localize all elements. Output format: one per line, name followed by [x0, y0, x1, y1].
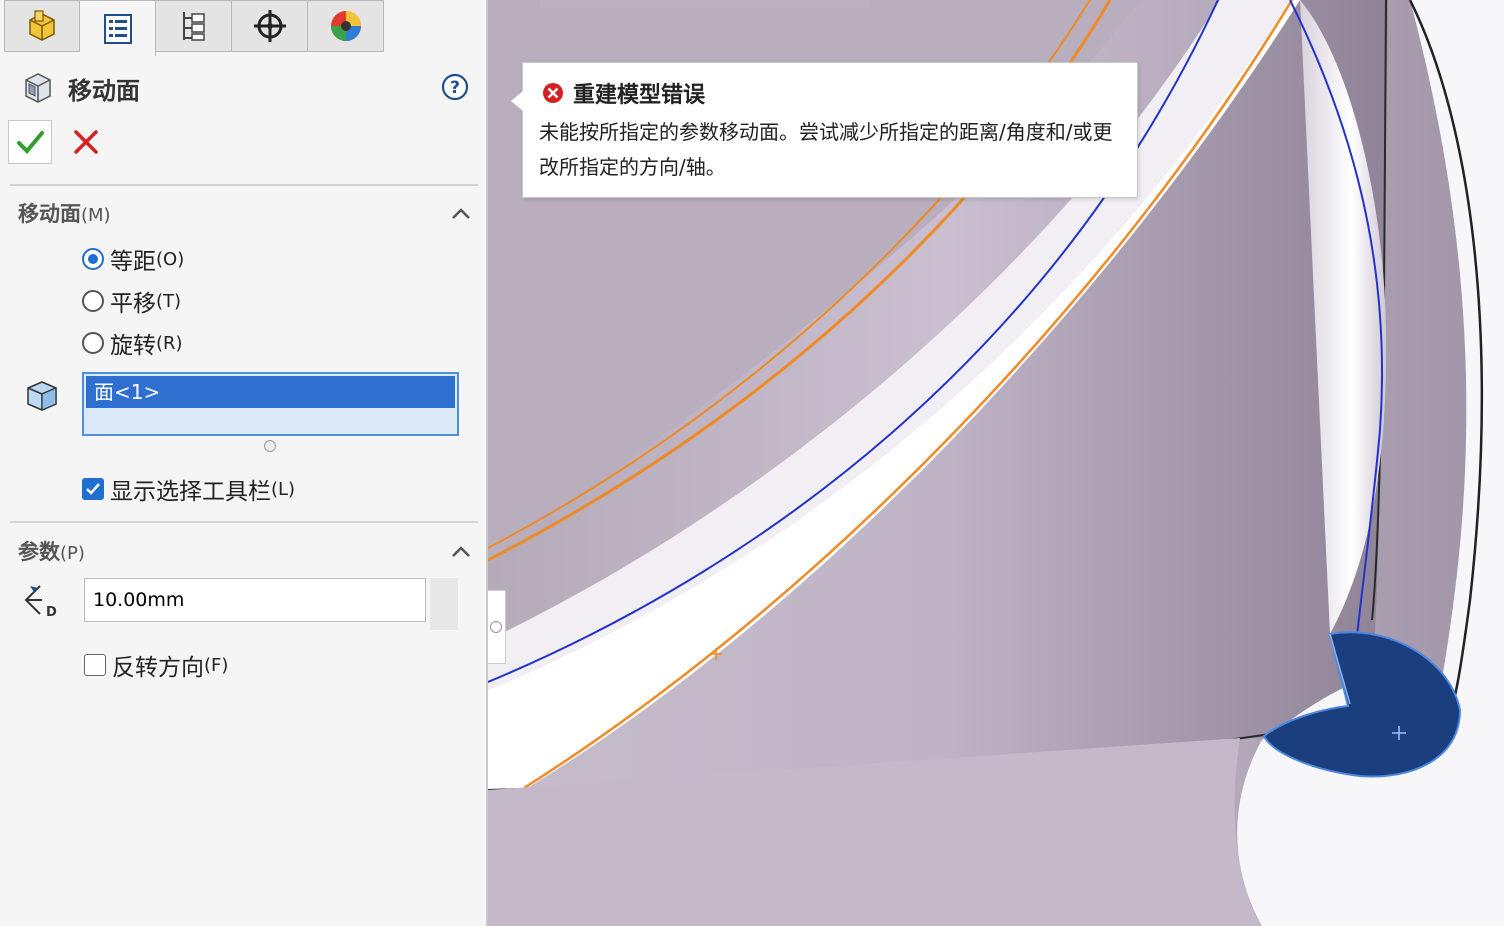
property-manager-icon — [103, 13, 132, 44]
error-icon — [543, 83, 563, 103]
tab-property-manager[interactable] — [80, 0, 156, 56]
checkbox[interactable] — [84, 654, 106, 676]
dimxpert-icon — [253, 10, 286, 42]
display-manager-icon — [330, 11, 361, 41]
distance-icon: D — [24, 585, 57, 620]
chevron-up-icon[interactable] — [450, 543, 472, 559]
radio-rotate[interactable]: 旋转 (R) — [82, 326, 183, 360]
reverse-direction-checkbox[interactable]: 反转方向 (F) — [84, 648, 228, 682]
move-face-feature-icon — [25, 73, 51, 103]
radio-offset[interactable]: 等距 (O) — [82, 242, 184, 276]
chevron-up-icon[interactable] — [450, 205, 472, 221]
help-icon[interactable]: ? — [440, 72, 470, 102]
tooltip-message: 未能按所指定的参数移动面。尝试减少所指定的距离/角度和/或更改所指定的方向/轴。 — [539, 120, 1113, 179]
rebuild-error-tooltip: 重建模型错误 未能按所指定的参数移动面。尝试减少所指定的距离/角度和/或更改所指… — [511, 62, 1138, 198]
checkmark-icon — [17, 131, 44, 154]
list-item[interactable]: 面<1> — [86, 376, 455, 408]
property-manager-panel: 移动面 ? 移动面(M) 等距 (O) 平移 (T) 旋转 (R) 面<1> 显… — [0, 0, 488, 926]
radio-button[interactable] — [82, 332, 104, 354]
panel-collapse-handle[interactable] — [488, 590, 506, 664]
radio-button[interactable] — [82, 290, 104, 312]
tab-configuration-manager[interactable] — [156, 0, 232, 52]
page-title: 移动面 — [68, 76, 140, 105]
radio-button-selected[interactable] — [82, 248, 104, 270]
divider — [10, 184, 478, 186]
close-icon — [74, 130, 98, 154]
show-selection-toolbar-checkbox[interactable]: 显示选择工具栏 (L) — [82, 472, 295, 506]
configuration-manager-icon — [182, 12, 205, 41]
check-icon — [86, 483, 100, 495]
checkbox-checked[interactable] — [82, 478, 104, 500]
svg-text:?: ? — [450, 78, 460, 98]
face-cube-icon — [27, 381, 57, 411]
cancel-button[interactable] — [64, 120, 108, 164]
resize-handle[interactable] — [264, 440, 276, 452]
panel-header: 移动面 ? — [20, 68, 470, 108]
tooltip-header: 重建模型错误 — [541, 77, 705, 109]
tab-dimxpert[interactable] — [232, 0, 308, 52]
feature-manager-icon — [29, 10, 55, 41]
svg-text:D: D — [46, 605, 57, 620]
radio-translate[interactable]: 平移 (T) — [82, 284, 181, 318]
section-title-move-face[interactable]: 移动面(M) — [18, 198, 111, 228]
divider — [10, 521, 478, 523]
distance-spinner[interactable] — [430, 578, 458, 630]
tooltip-title: 重建模型错误 — [573, 83, 706, 108]
tab-display-manager[interactable] — [308, 0, 384, 52]
section-title-parameters[interactable]: 参数(P) — [18, 536, 85, 566]
distance-input[interactable] — [84, 578, 426, 622]
tab-feature-manager[interactable] — [4, 0, 80, 52]
ok-button[interactable] — [8, 120, 52, 164]
tooltip-arrow — [511, 91, 523, 111]
manager-tabbar — [4, 0, 384, 56]
grip-dot-icon — [490, 621, 502, 633]
face-selection-list[interactable]: 面<1> — [82, 372, 459, 436]
